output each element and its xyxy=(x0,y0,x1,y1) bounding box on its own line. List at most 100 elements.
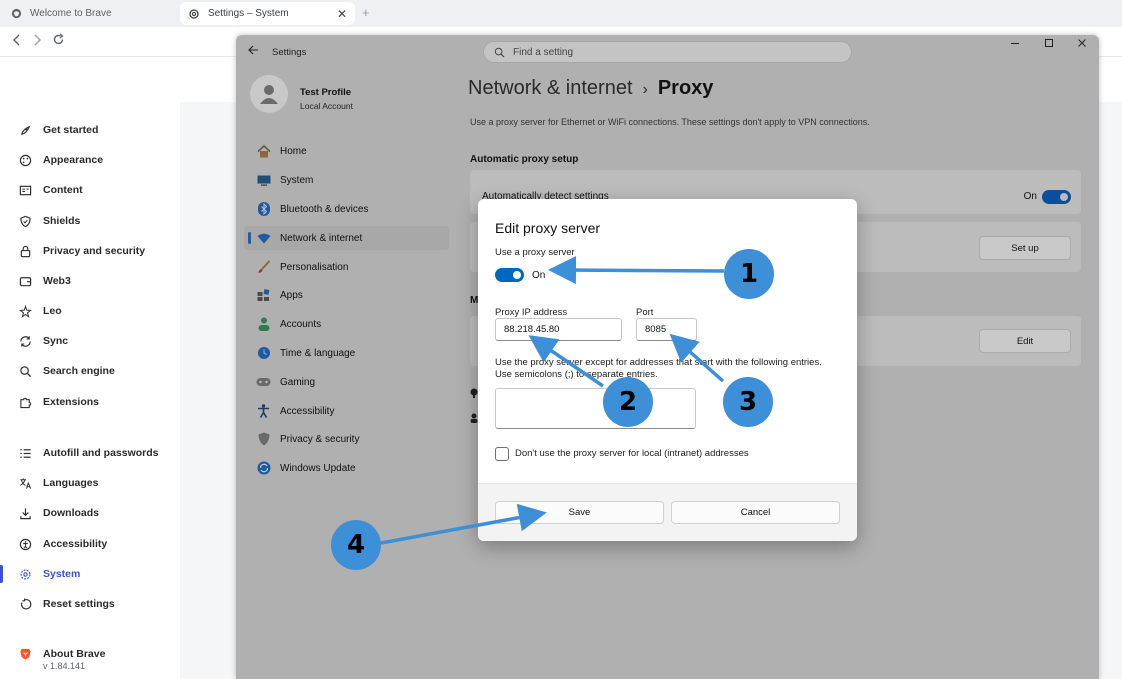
page-title: Proxy xyxy=(657,77,714,99)
exceptions-description: Use the proxy server except for addresse… xyxy=(495,357,845,381)
translate-icon xyxy=(18,476,32,490)
close-window-icon[interactable] xyxy=(1077,38,1087,51)
use-proxy-toggle[interactable] xyxy=(495,268,524,282)
find-setting-search[interactable]: Find a setting xyxy=(483,41,852,63)
sidebar-item-label: Shields xyxy=(43,215,81,227)
cancel-button[interactable]: Cancel xyxy=(671,501,840,524)
breadcrumb: Network & internet › Proxy xyxy=(468,77,713,100)
edit-button[interactable]: Edit xyxy=(979,329,1071,353)
nav-label: Windows Update xyxy=(280,462,356,474)
save-button[interactable]: Save xyxy=(495,501,664,524)
brave-settings-sidebar: Get started Appearance Content Shields P… xyxy=(0,58,180,679)
port-input[interactable]: 8085 xyxy=(636,318,697,341)
sync-icon xyxy=(18,334,32,348)
shield-icon xyxy=(256,432,271,447)
tab-label: Settings – System xyxy=(208,8,289,19)
nav-item-home[interactable]: Home xyxy=(244,139,449,163)
gear-icon xyxy=(188,8,200,20)
sidebar-item-sync[interactable]: Sync xyxy=(18,330,68,352)
nav-item-accessibility[interactable]: Accessibility xyxy=(244,399,449,423)
profile-name: Test Profile xyxy=(300,87,352,98)
nav-label: Gaming xyxy=(280,376,316,388)
nav-label: Bluetooth & devices xyxy=(280,203,369,215)
sidebar-item-label: Search engine xyxy=(43,365,115,377)
help-icon xyxy=(470,388,478,401)
tab-welcome[interactable]: Welcome to Brave xyxy=(10,0,170,27)
nav-item-privacy[interactable]: Privacy & security xyxy=(244,427,449,451)
brush-icon xyxy=(256,260,271,275)
maximize-icon[interactable] xyxy=(1044,38,1054,51)
new-tab-button[interactable]: + xyxy=(362,5,370,20)
nav-item-gaming[interactable]: Gaming xyxy=(244,370,449,394)
sidebar-item-leo[interactable]: Leo xyxy=(18,300,62,322)
sidebar-item-languages[interactable]: Languages xyxy=(18,472,98,494)
back-icon[interactable] xyxy=(12,33,22,49)
minimize-icon[interactable] xyxy=(1010,38,1020,51)
nav-item-system[interactable]: System xyxy=(244,168,449,192)
nav-item-bluetooth[interactable]: Bluetooth & devices xyxy=(244,197,449,221)
nav-item-accounts[interactable]: Accounts xyxy=(244,312,449,336)
version-text: v 1.84.141 xyxy=(43,661,86,671)
local-addresses-checkbox[interactable] xyxy=(495,447,509,461)
search-icon xyxy=(494,47,505,58)
nav-label: Accounts xyxy=(280,318,322,330)
back-arrow-icon[interactable] xyxy=(248,45,259,58)
sidebar-item-reset[interactable]: Reset settings xyxy=(18,593,115,615)
sidebar-item-downloads[interactable]: Downloads xyxy=(18,502,99,524)
nav-label: Home xyxy=(280,145,307,157)
reload-icon[interactable] xyxy=(52,33,65,49)
accessibility-icon xyxy=(18,537,32,551)
sidebar-item-appearance[interactable]: Appearance xyxy=(18,149,103,171)
nav-label: Network & internet xyxy=(280,232,363,244)
globe-clock-icon xyxy=(256,346,271,361)
nav-item-time-language[interactable]: Time & language xyxy=(244,341,449,365)
nav-label: System xyxy=(280,174,314,186)
sidebar-item-system[interactable]: System xyxy=(18,563,80,585)
sidebar-item-label: Sync xyxy=(43,335,69,347)
sidebar-item-search-engine[interactable]: Search engine xyxy=(18,360,115,382)
dialog-footer: Save Cancel xyxy=(478,483,857,541)
content-icon xyxy=(18,183,32,197)
close-tab-icon[interactable]: ✕ xyxy=(337,7,347,21)
shield-icon xyxy=(18,214,32,228)
sidebar-item-label: Content xyxy=(43,184,83,196)
puzzle-icon xyxy=(18,395,32,409)
nav-item-network[interactable]: Network & internet xyxy=(244,226,449,250)
nav-label: Privacy & security xyxy=(280,433,360,445)
sidebar-item-label: Privacy and security xyxy=(43,245,146,257)
feedback-icon xyxy=(470,413,478,426)
sidebar-item-accessibility[interactable]: Accessibility xyxy=(18,533,107,555)
setup-button[interactable]: Set up xyxy=(979,236,1071,260)
sidebar-item-label: System xyxy=(43,568,81,580)
wifi-icon xyxy=(256,231,271,246)
home-icon xyxy=(256,144,271,159)
sidebar-item-content[interactable]: Content xyxy=(18,179,83,201)
exceptions-line-2: Use semicolons (;) to separate entries. xyxy=(495,369,658,380)
sidebar-item-shields[interactable]: Shields xyxy=(18,210,80,232)
gamepad-icon xyxy=(256,375,271,390)
exceptions-line-1: Use the proxy server except for addresse… xyxy=(495,357,822,368)
nav-label: Personalisation xyxy=(280,261,349,273)
sidebar-item-privacy[interactable]: Privacy and security xyxy=(18,240,145,262)
exceptions-textarea[interactable] xyxy=(495,388,696,429)
breadcrumb-parent[interactable]: Network & internet xyxy=(468,77,633,99)
proxy-ip-input[interactable]: 88.218.45.80 xyxy=(495,318,622,341)
browser-tab-bar: Welcome to Brave Settings – System ✕ + xyxy=(0,0,1122,27)
annotation-badge-4: 4 xyxy=(331,520,381,570)
sidebar-item-autofill[interactable]: Autofill and passwords xyxy=(18,442,159,464)
breadcrumb-separator: › xyxy=(642,81,648,98)
nav-item-windows-update[interactable]: Windows Update xyxy=(244,456,449,480)
search-placeholder: Find a setting xyxy=(513,46,574,58)
sidebar-item-label: About Brave xyxy=(43,648,106,660)
nav-item-apps[interactable]: Apps xyxy=(244,283,449,307)
sidebar-item-extensions[interactable]: Extensions xyxy=(18,391,99,413)
leo-star-icon xyxy=(18,304,32,318)
forward-icon[interactable] xyxy=(32,33,42,49)
nav-item-personalisation[interactable]: Personalisation xyxy=(244,255,449,279)
accessibility-icon xyxy=(256,404,271,419)
auto-detect-toggle[interactable] xyxy=(1042,190,1071,204)
sidebar-item-web3[interactable]: Web3 xyxy=(18,270,71,292)
sidebar-item-get-started[interactable]: Get started xyxy=(18,119,98,141)
tab-settings-system[interactable]: Settings – System ✕ xyxy=(180,2,355,25)
annotation-badge-3: 3 xyxy=(723,377,773,427)
